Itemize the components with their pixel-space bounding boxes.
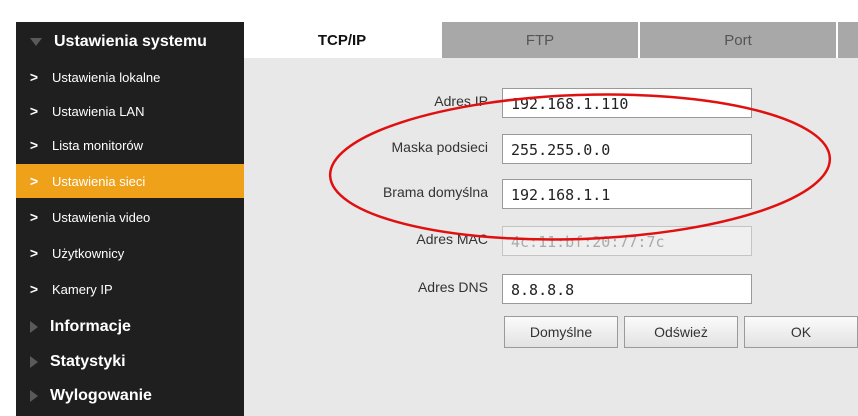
tab-port[interactable]: Port <box>638 22 836 58</box>
sidebar-item-lan-settings[interactable]: > Ustawienia LAN <box>16 94 244 128</box>
sidebar-section-label: Statystyki <box>50 353 126 370</box>
sidebar-section-label: Wylogowanie <box>50 387 152 404</box>
chevron-right-icon: > <box>29 103 39 119</box>
tab-overflow[interactable] <box>836 22 858 58</box>
top-strip <box>0 0 858 22</box>
default-gateway-input[interactable]: 192.168.1.1 <box>502 179 752 209</box>
ip-address-input[interactable]: 192.168.1.110 <box>502 88 752 118</box>
chevron-right-icon: > <box>29 69 39 85</box>
chevron-right-icon: > <box>29 137 39 153</box>
chevron-right-icon: > <box>29 173 39 189</box>
sidebar-item-network-settings[interactable]: > Ustawienia sieci <box>16 164 244 198</box>
tab-ftp[interactable]: FTP <box>440 22 638 58</box>
sidebar-item-users[interactable]: > Użytkownicy <box>16 236 244 270</box>
mac-address-row: Adres MAC 4c:11:bf:20:77:7c <box>244 224 858 258</box>
sidebar-item-ip-cameras[interactable]: > Kamery IP <box>16 272 244 306</box>
mac-address-label: Adres MAC <box>416 231 488 247</box>
ip-address-row: Adres IP 192.168.1.110 <box>244 86 858 120</box>
chevron-right-icon: > <box>29 281 39 297</box>
mac-address-input: 4c:11:bf:20:77:7c <box>502 226 752 256</box>
chevron-right-icon: > <box>29 245 39 261</box>
collapsed-arrow-icon <box>30 356 38 368</box>
sidebar-item-label: Kamery IP <box>52 281 113 297</box>
sidebar-section-label: Ustawienia systemu <box>54 33 207 50</box>
tab-tcpip[interactable]: TCP/IP <box>244 22 440 58</box>
tcpip-settings-panel: Adres IP 192.168.1.110 Maska podsieci 25… <box>244 58 858 416</box>
sidebar-section-information[interactable]: Informacje <box>16 309 244 345</box>
sidebar-item-label: Ustawienia video <box>52 209 151 225</box>
sidebar-section-statistics[interactable]: Statystyki <box>16 344 244 380</box>
collapsed-arrow-icon <box>30 390 38 402</box>
sidebar-section-system-settings[interactable]: Ustawienia systemu <box>16 24 244 60</box>
default-gateway-row: Brama domyślna 192.168.1.1 <box>244 177 858 211</box>
collapsed-arrow-icon <box>30 321 38 333</box>
subnet-mask-label: Maska podsieci <box>391 139 489 155</box>
chevron-right-icon: > <box>29 209 39 225</box>
sidebar-item-monitor-list[interactable]: > Lista monitorów <box>16 128 244 162</box>
sidebar-item-label: Ustawienia lokalne <box>52 69 161 85</box>
dns-address-row: Adres DNS 8.8.8.8 <box>244 272 858 306</box>
sidebar-item-label: Ustawienia LAN <box>52 103 145 119</box>
sidebar-item-label: Lista monitorów <box>52 137 144 153</box>
refresh-button[interactable]: Odśwież <box>624 316 738 348</box>
tab-bar: TCP/IP FTP Port <box>244 22 858 58</box>
ok-button[interactable]: OK <box>744 316 858 348</box>
sidebar-section-label: Informacje <box>50 318 131 335</box>
subnet-mask-input[interactable]: 255.255.0.0 <box>502 134 752 164</box>
sidebar-item-label: Ustawienia sieci <box>52 173 146 189</box>
default-button[interactable]: Domyślne <box>504 316 618 348</box>
sidebar-item-local-settings[interactable]: > Ustawienia lokalne <box>16 60 244 94</box>
sidebar-menu: Ustawienia systemu > Ustawienia lokalne … <box>16 22 244 416</box>
dns-address-input[interactable]: 8.8.8.8 <box>502 274 752 304</box>
expand-arrow-icon <box>30 38 42 46</box>
sidebar-section-logout[interactable]: Wylogowanie <box>16 378 244 414</box>
subnet-mask-row: Maska podsieci 255.255.0.0 <box>244 132 858 166</box>
sidebar-item-label: Użytkownicy <box>52 245 125 261</box>
sidebar-item-video-settings[interactable]: > Ustawienia video <box>16 200 244 234</box>
ip-address-label: Adres IP <box>434 93 488 109</box>
default-gateway-label: Brama domyślna <box>382 184 488 200</box>
dns-address-label: Adres DNS <box>417 279 488 295</box>
